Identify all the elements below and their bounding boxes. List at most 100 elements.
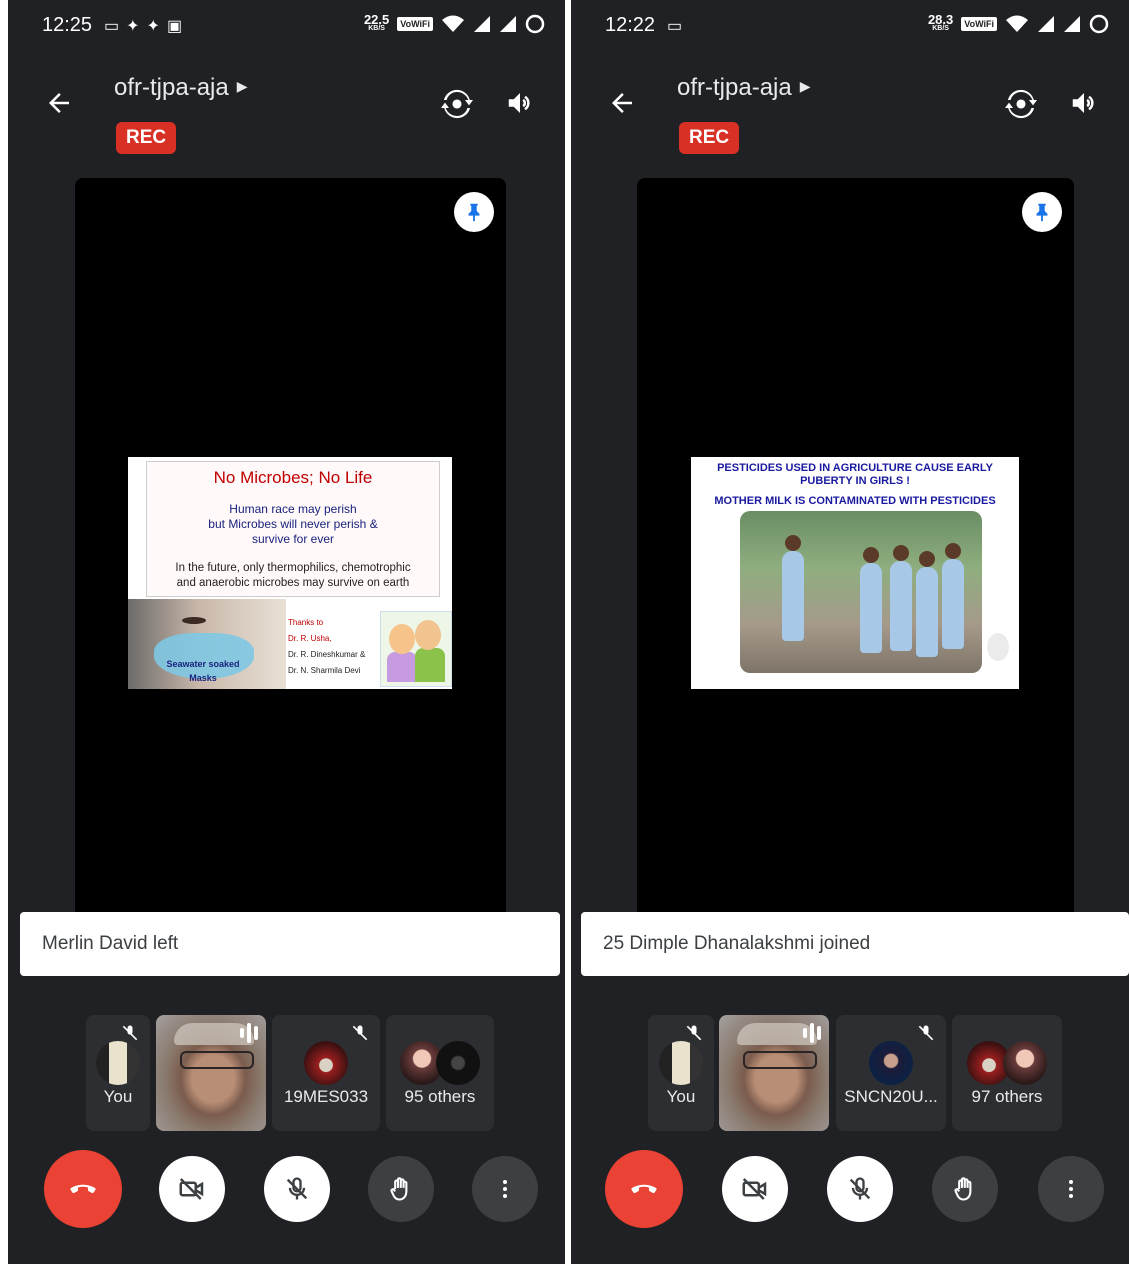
mic-off-icon [849,1177,871,1200]
speaker-video-tile[interactable] [156,1015,266,1131]
speaker-video-tile[interactable] [719,1015,829,1131]
slide-title: PESTICIDES USED IN AGRICULTURE CAUSE EAR… [717,462,993,487]
more-vert-icon [503,1180,507,1198]
status-time: 12:25 [42,14,93,36]
switch-camera-icon[interactable] [441,88,473,120]
mic-toggle-button[interactable] [264,1156,330,1222]
signal-icon [474,16,490,32]
end-call-icon [70,1184,96,1194]
phone-screen-right: 12:22 ▭ 28.3 KB/S VoWiFi ofr-tjpa-aja ▶ RE… [571,0,1129,1264]
mic-off-icon [918,1025,934,1041]
camera-off-icon [742,1178,767,1200]
meeting-code[interactable]: ofr-tjpa-aja ▶ [677,74,811,102]
status-bar: 12:25 ▭ ✦ ✦ ▣ 22.5 KB/S VoWiFi [8,12,565,44]
call-controls [571,1150,1129,1236]
notification-icons: ▭ [667,16,682,36]
pin-icon [1036,203,1048,222]
participant-tile[interactable]: SNCN20U... [836,1015,946,1131]
recording-badge: REC [679,122,740,154]
participant-tile[interactable]: 19MES033 [272,1015,380,1131]
twitter-icon: ✦ [126,18,140,35]
caret-right-icon: ▶ [799,78,811,94]
audio-level-icon [803,1023,821,1043]
vowifi-badge: VoWiFi [397,17,433,31]
network-speed: 28.3 KB/S [927,12,954,32]
status-right: 28.3 KB/S VoWiFi [927,12,1109,34]
end-call-button[interactable] [605,1150,683,1228]
notification-toast: Merlin David left [20,912,560,976]
audio-level-icon [240,1023,258,1043]
participant-tile-others[interactable]: 97 others [952,1015,1062,1131]
slide-textbox: No Microbes; No Life Human race may peri… [146,461,440,597]
signal-icon [1038,16,1054,32]
avatar [96,1041,140,1085]
status-right: 22.5 KB/S VoWiFi [363,12,545,34]
slide-statement: Human race may perish but Microbes will … [208,502,378,546]
avatar [436,1041,480,1085]
battery-icon [1089,14,1109,34]
participant-count: 97 others [971,1087,1043,1106]
camera-toggle-button[interactable] [159,1156,225,1222]
camera-toggle-button[interactable] [722,1156,788,1222]
raise-hand-button[interactable] [932,1156,998,1222]
screen-record-icon: ▭ [104,18,120,35]
participant-count: 95 others [404,1087,476,1106]
phone-screen-left: 12:25 ▭ ✦ ✦ ▣ 22.5 KB/S VoWiFi ofr-tjpa-a… [8,0,565,1264]
avatar [659,1041,703,1085]
end-call-button[interactable] [44,1150,122,1228]
mic-off-icon [286,1177,308,1200]
vowifi-badge: VoWiFi [961,17,997,31]
avatar [1003,1041,1047,1085]
shared-slide: PESTICIDES USED IN AGRICULTURE CAUSE EAR… [691,457,1019,689]
participant-tile-you[interactable]: You [648,1015,714,1131]
raise-hand-button[interactable] [368,1156,434,1222]
slide-subtitle: MOTHER MILK IS CONTAMINATED WITH PESTICI… [714,495,996,507]
signal-icon [1064,16,1080,32]
call-controls [8,1150,565,1236]
meeting-header: ofr-tjpa-aja ▶ REC [571,60,1129,160]
speaker-icon[interactable] [1069,88,1099,118]
participant-tile-others[interactable]: 95 others [386,1015,494,1131]
meeting-header: ofr-tjpa-aja ▶ REC [8,60,565,160]
more-options-button[interactable] [1038,1156,1104,1222]
network-speed: 22.5 KB/S [363,12,390,32]
more-options-button[interactable] [472,1156,538,1222]
schoolgirls-photo [740,511,982,673]
participant-tile-you[interactable]: You [86,1015,150,1131]
participant-strip: You SNCN20U... 97 others [571,1015,1129,1133]
gallery-icon: ▣ [166,18,183,35]
presentation-stage: PESTICIDES USED IN AGRICULTURE CAUSE EAR… [637,178,1074,938]
battery-icon [525,14,545,34]
arrow-left-icon[interactable] [44,88,74,118]
switch-camera-icon[interactable] [1005,88,1037,120]
pin-button[interactable] [454,192,494,232]
pin-button[interactable] [1022,192,1062,232]
speaker-icon[interactable] [505,88,535,118]
notification-toast: 25 Dimple Dhanalakshmi joined [581,912,1129,976]
end-call-icon [631,1184,657,1194]
status-bar: 12:22 ▭ 28.3 KB/S VoWiFi [571,12,1129,44]
status-time: 12:22 [605,14,656,36]
twitter-icon: ✦ [146,18,160,35]
raise-hand-icon [390,1177,408,1201]
mic-off-icon [686,1025,702,1041]
participant-name: SNCN20U... [844,1087,938,1106]
avatar [304,1041,348,1085]
wifi-icon [1006,15,1028,32]
pin-icon [468,203,480,222]
screen-record-icon: ▭ [667,18,683,35]
arrow-left-icon[interactable] [607,88,637,118]
logo-watermark [987,633,1009,661]
meeting-code[interactable]: ofr-tjpa-aja ▶ [114,74,248,102]
participant-strip: You 19MES033 95 others [8,1015,565,1133]
participant-name: 19MES033 [283,1087,369,1106]
slide-title: No Microbes; No Life [213,468,373,487]
caret-right-icon: ▶ [236,78,248,94]
cartoon-image [380,611,452,687]
participant-name: You [103,1087,133,1106]
mic-toggle-button[interactable] [827,1156,893,1222]
avatar [869,1041,913,1085]
mask-photo: Seawater soaked Masks [128,599,286,689]
slide-note: In the future, only thermophilics, chemo… [175,562,411,589]
slide-credits: Thanks to Dr. R. Usha, Dr. R. Dineshkuma… [288,618,366,675]
